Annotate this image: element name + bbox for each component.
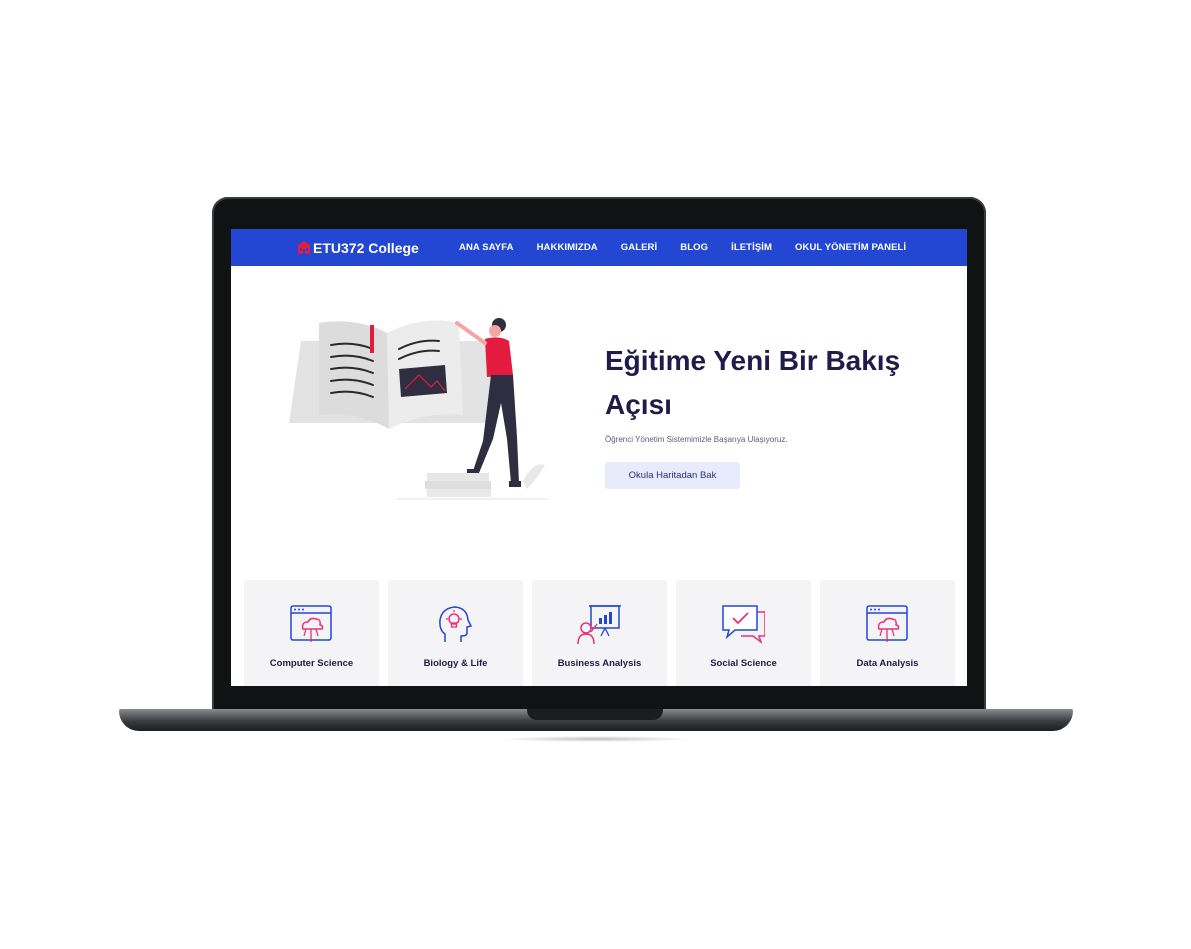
laptop-screen: ETU372 College ANA SAYFA HAKKIMIZDA GALE…: [231, 229, 967, 686]
brand-name: ETU372 College: [313, 240, 419, 256]
brand-logo[interactable]: ETU372 College: [297, 238, 419, 258]
cloud-browser-icon: [290, 605, 332, 642]
course-label: Business Analysis: [557, 658, 642, 669]
course-label: Computer Science: [269, 658, 354, 669]
head-lightbulb-icon: [439, 606, 473, 642]
presentation-chart-icon: [577, 605, 621, 645]
nav-item-blog[interactable]: BLOG: [680, 242, 708, 253]
course-label: Data Analysis: [856, 658, 919, 669]
chat-check-icon: [722, 605, 765, 645]
hero-illustration: [289, 318, 549, 500]
nav-item-iletisim[interactable]: İLETİŞİM: [731, 242, 772, 253]
hero-title: Eğitime Yeni Bir Bakış Açısı: [605, 345, 901, 420]
laptop-notch: [527, 709, 663, 720]
course-card-social-science[interactable]: Social Science: [676, 580, 811, 686]
nav-item-galeri[interactable]: GALERİ: [621, 242, 658, 253]
course-label: Biology & Life: [423, 658, 488, 669]
course-label: Social Science: [710, 658, 777, 669]
nav-item-hakkimizda[interactable]: HAKKIMIZDA: [537, 242, 598, 253]
nav-item-ana-sayfa[interactable]: ANA SAYFA: [459, 242, 514, 253]
course-card-biology-life[interactable]: Biology & Life: [388, 580, 523, 686]
hero-subtitle: Öğrenci Yönetim Sistemimizle Başarıya Ul…: [605, 435, 788, 444]
nav-menu: ANA SAYFA HAKKIMIZDA GALERİ BLOG İLETİŞİ…: [459, 229, 929, 266]
course-cards: Computer Science Biology & Life Business…: [244, 580, 956, 686]
laptop-shadow: [500, 736, 692, 742]
cloud-browser-icon: [866, 605, 908, 642]
course-card-data-analysis[interactable]: Data Analysis: [820, 580, 955, 686]
map-button[interactable]: Okula Haritadan Bak: [605, 462, 740, 489]
school-building-icon: [297, 241, 311, 254]
nav-item-okul-yonetim-paneli[interactable]: OKUL YÖNETİM PANELİ: [795, 242, 906, 253]
navbar: ETU372 College ANA SAYFA HAKKIMIZDA GALE…: [231, 229, 967, 266]
course-card-business-analysis[interactable]: Business Analysis: [532, 580, 667, 686]
course-card-computer-science[interactable]: Computer Science: [244, 580, 379, 686]
